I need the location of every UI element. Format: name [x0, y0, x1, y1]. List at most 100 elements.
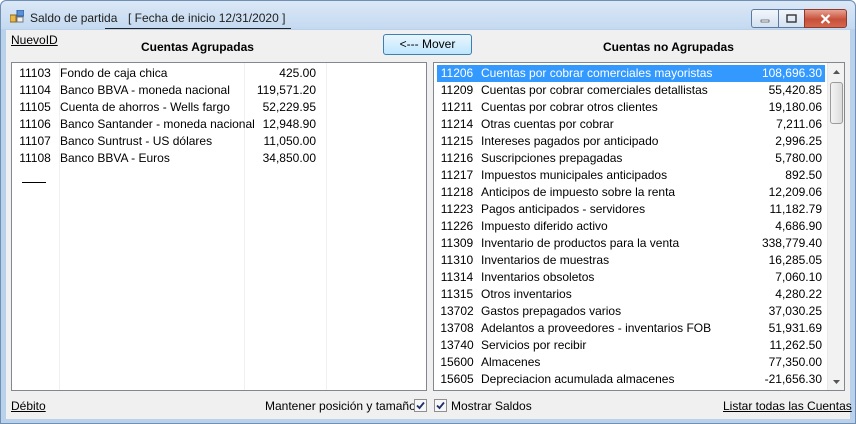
account-name-cell: Cuentas por cobrar otros clientes — [481, 100, 658, 114]
account-name-cell: Servicios por recibir — [481, 338, 587, 352]
checkmark-icon — [436, 401, 445, 410]
table-row[interactable]: 11209 Cuentas por cobrar comerciales deta… — [434, 82, 844, 99]
table-row[interactable]: 11105 Cuenta de ahorros - Wells fargo 52,2… — [12, 99, 426, 116]
table-row[interactable]: 13702 Gastos prepagados varios 37,030.25 — [434, 303, 844, 320]
account-amount-cell: 12,948.90 — [262, 117, 316, 131]
ungrouped-rows: 11206 Cuentas por cobrar comerciales mayo… — [434, 65, 844, 388]
grouped-rows: 11103 Fondo de caja chica 425.00 11104 Banco… — [12, 65, 426, 167]
table-row[interactable]: 11218 Anticipos de impuesto sobre la rent… — [434, 184, 844, 201]
table-row[interactable]: 11217 Impuestos municipales anticipados 89… — [434, 167, 844, 184]
table-row[interactable]: 15600 Almacenes 77,350.00 — [434, 354, 844, 371]
account-amount-cell: 11,182.79 — [769, 202, 823, 216]
account-id-cell: 11104 — [19, 83, 51, 97]
table-row[interactable]: 11310 Inventarios de muestras 16,285.05 — [434, 252, 844, 269]
table-row[interactable]: 11315 Otros inventarios 4,280.22 — [434, 286, 844, 303]
table-row[interactable]: 11226 Impuesto diferido activo 4,686.90 — [434, 218, 844, 235]
list-all-accounts-link[interactable]: Listar todas las Cuentas — [723, 399, 852, 413]
account-amount-cell: 52,229.95 — [262, 100, 316, 114]
account-name-cell: Adelantos a proveedores - inventarios FO… — [481, 321, 712, 335]
minimize-icon — [760, 19, 770, 22]
minimize-button[interactable] — [751, 9, 778, 28]
table-row[interactable]: 15605 Depreciacion acumulada almacenes -21… — [434, 371, 844, 388]
account-amount-cell: 108,696.30 — [761, 66, 822, 80]
scroll-up-icon — [833, 69, 840, 74]
account-amount-cell: 77,350.00 — [768, 355, 822, 369]
account-id-cell: 11223 — [440, 202, 474, 216]
table-row[interactable]: 11104 Banco BBVA - moneda nacional 119,571… — [12, 82, 426, 99]
table-row[interactable]: 13740 Servicios por recibir 11,262.50 — [434, 337, 844, 354]
account-name-cell: Depreciacion acumulada almacenes — [481, 372, 675, 386]
table-row[interactable]: 11216 Suscripciones prepagadas 5,780.00 — [434, 150, 844, 167]
account-id-cell: 11108 — [19, 151, 51, 165]
table-row[interactable]: 11108 Banco BBVA - Euros 34,850.00 — [12, 150, 426, 167]
account-name-cell: Gastos prepagados varios — [481, 304, 622, 318]
account-id-cell: 11103 — [19, 66, 51, 80]
account-name-cell: Almacenes — [481, 355, 541, 369]
account-name-cell: Otros inventarios — [481, 287, 572, 301]
title-underline — [105, 28, 291, 29]
scroll-thumb[interactable] — [830, 82, 843, 124]
account-id-cell: 11217 — [440, 168, 474, 182]
table-row[interactable]: 11106 Banco Santander - moneda nacional 12… — [12, 116, 426, 133]
account-id-cell: 11214 — [440, 117, 474, 131]
scroll-up-button[interactable] — [828, 63, 844, 80]
table-row[interactable]: 11214 Otras cuentas por cobrar 7,211.06 — [434, 116, 844, 133]
close-button[interactable] — [804, 9, 847, 28]
account-amount-cell: 12,209.06 — [768, 185, 822, 199]
account-id-cell: 11226 — [440, 219, 474, 233]
account-id-cell: 11107 — [19, 134, 51, 148]
maximize-button[interactable] — [778, 9, 804, 28]
account-amount-cell: 51,931.69 — [768, 321, 822, 335]
account-id-cell: 11218 — [440, 185, 474, 199]
table-row[interactable]: 11211 Cuentas por cobrar otros clientes 19… — [434, 99, 844, 116]
account-name-cell: Banco BBVA - Euros — [60, 151, 170, 165]
scroll-down-button[interactable] — [828, 373, 844, 390]
show-balances-checkbox[interactable] — [434, 399, 447, 412]
table-row[interactable]: 11309 Inventario de productos para la ven… — [434, 235, 844, 252]
window-controls — [751, 9, 847, 28]
vertical-scrollbar[interactable] — [827, 63, 844, 390]
ungrouped-accounts-heading: Cuentas no Agrupadas — [603, 40, 734, 54]
scroll-down-icon — [833, 379, 840, 384]
keep-position-checkbox[interactable] — [414, 399, 427, 412]
account-id-cell: 11106 — [19, 117, 51, 131]
account-amount-cell: 11,050.00 — [263, 134, 317, 148]
table-row[interactable]: 11223 Pagos anticipados - servidores 11,18… — [434, 201, 844, 218]
account-amount-cell: 55,420.85 — [768, 83, 822, 97]
title-bar[interactable]: Saldo de partida [ Fecha de inicio 12/31… — [1, 1, 855, 29]
account-amount-cell: 2,996.25 — [775, 134, 822, 148]
account-id-cell: 11105 — [19, 100, 51, 114]
account-amount-cell: 119,571.20 — [256, 83, 316, 97]
account-id-cell: 13740 — [440, 338, 474, 352]
account-name-cell: Cuentas por cobrar comerciales mayorista… — [481, 66, 713, 80]
new-id-link[interactable]: NuevoID — [11, 33, 58, 47]
move-button[interactable]: <--- Mover — [383, 34, 472, 55]
table-row[interactable]: 11103 Fondo de caja chica 425.00 — [12, 65, 426, 82]
account-name-cell: Inventarios de muestras — [481, 253, 610, 267]
grouped-accounts-list[interactable]: 11103 Fondo de caja chica 425.00 11104 Banco… — [11, 62, 427, 391]
table-row[interactable]: 11215 Intereses pagados por anticipado 2,9… — [434, 133, 844, 150]
account-id-cell: 13708 — [440, 321, 474, 335]
account-name-cell: Otras cuentas por cobrar — [481, 117, 614, 131]
account-amount-cell: 37,030.25 — [768, 304, 822, 318]
app-window: Saldo de partida [ Fecha de inicio 12/31… — [0, 0, 856, 424]
account-id-cell: 11310 — [440, 253, 474, 267]
account-amount-cell: 892.50 — [785, 168, 822, 182]
account-id-cell: 11215 — [440, 134, 474, 148]
start-date-label: [ Fecha de inicio 12/31/2020 ] — [128, 11, 286, 25]
account-name-cell: Banco Suntrust - US dólares — [60, 134, 213, 148]
account-name-cell: Impuesto diferido activo — [481, 219, 608, 233]
debit-link[interactable]: Débito — [11, 399, 46, 413]
account-amount-cell: -21,656.30 — [764, 372, 822, 386]
account-amount-cell: 7,060.10 — [775, 270, 822, 284]
table-row[interactable]: 11314 Inventarios obsoletos 7,060.10 — [434, 269, 844, 286]
ungrouped-accounts-list[interactable]: 11206 Cuentas por cobrar comerciales mayo… — [433, 62, 845, 391]
table-row[interactable]: 13708 Adelantos a proveedores - inventari… — [434, 320, 844, 337]
account-amount-cell: 4,280.22 — [775, 287, 822, 301]
account-id-cell: 15605 — [440, 372, 474, 386]
account-name-cell: Anticipos de impuesto sobre la renta — [481, 185, 676, 199]
table-row[interactable]: 11206 Cuentas por cobrar comerciales mayo… — [434, 65, 844, 82]
table-row[interactable]: 11107 Banco Suntrust - US dólares 11,050.0… — [12, 133, 426, 150]
account-id-cell: 11211 — [441, 100, 473, 114]
client-area: NuevoID Cuentas Agrupadas <--- Mover Cue… — [6, 30, 852, 419]
